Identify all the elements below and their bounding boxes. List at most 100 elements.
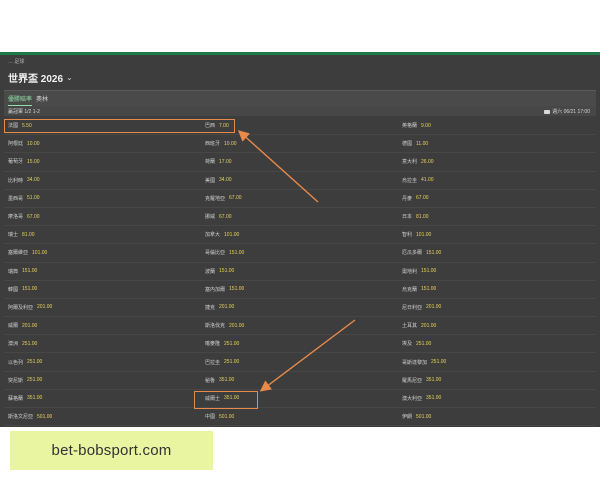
odds-value[interactable]: 151.00: [229, 250, 244, 256]
odds-cell[interactable]: 烏克蘭 151.00: [398, 281, 596, 298]
odds-value[interactable]: 101.00: [416, 232, 431, 238]
odds-cell[interactable]: 西班牙 10.00: [201, 135, 398, 152]
odds-value[interactable]: 151.00: [22, 286, 37, 292]
odds-value[interactable]: 201.00: [37, 304, 52, 310]
odds-value[interactable]: 67.00: [27, 214, 40, 220]
odds-value[interactable]: 15.00: [27, 159, 40, 165]
odds-cell[interactable]: 丹麥 67.00: [398, 190, 596, 207]
odds-value[interactable]: 351.00: [426, 377, 441, 383]
odds-cell[interactable]: 威爾 201.00: [4, 317, 201, 334]
odds-cell[interactable]: 葡萄牙 15.00: [4, 153, 201, 170]
odds-cell[interactable]: 烏拉圭 41.00: [398, 172, 596, 189]
odds-value[interactable]: 351.00: [219, 377, 234, 383]
odds-value[interactable]: 67.00: [416, 195, 429, 201]
odds-value[interactable]: 10.00: [224, 141, 237, 147]
odds-cell[interactable]: 巴西 7.00: [201, 117, 398, 134]
odds-cell[interactable]: 荷蘭 17.00: [201, 153, 398, 170]
odds-cell[interactable]: 塞內加爾 151.00: [201, 281, 398, 298]
odds-value[interactable]: 17.00: [219, 159, 232, 165]
odds-value[interactable]: 351.00: [27, 395, 42, 401]
odds-value[interactable]: 51.00: [27, 195, 40, 201]
odds-cell[interactable]: 哥斯達黎加 251.00: [398, 353, 596, 370]
odds-value[interactable]: 251.00: [416, 341, 431, 347]
odds-value[interactable]: 251.00: [431, 359, 446, 365]
odds-cell[interactable]: 波蘭 151.00: [201, 263, 398, 280]
odds-cell[interactable]: 挪威 67.00: [201, 208, 398, 225]
odds-cell[interactable]: 瑞典 151.00: [4, 263, 201, 280]
odds-cell[interactable]: 捷克 201.00: [201, 299, 398, 316]
odds-value[interactable]: 10.00: [27, 141, 40, 147]
odds-value[interactable]: 501.00: [416, 414, 431, 420]
odds-value[interactable]: 151.00: [421, 268, 436, 274]
odds-cell[interactable]: 智利 101.00: [398, 226, 596, 243]
odds-value[interactable]: 67.00: [229, 195, 242, 201]
odds-cell[interactable]: 比利時 34.00: [4, 172, 201, 189]
odds-value[interactable]: 101.00: [32, 250, 47, 256]
breadcrumb[interactable]: … 足球: [8, 58, 24, 65]
odds-cell[interactable]: 伊朗501.00: [398, 408, 596, 425]
odds-value[interactable]: 26.00: [421, 159, 434, 165]
odds-cell[interactable]: 巴拉圭 251.00: [201, 353, 398, 370]
odds-cell[interactable]: 冰島501.00: [398, 426, 596, 427]
site-banner[interactable]: bet-bobsport.com: [10, 431, 213, 470]
odds-cell[interactable]: 加拿大 101.00: [201, 226, 398, 243]
odds-value[interactable]: 101.00: [224, 232, 239, 238]
odds-cell[interactable]: 英格蘭 9.00: [398, 117, 596, 134]
odds-cell[interactable]: 意大利 26.00: [398, 153, 596, 170]
tab-outright[interactable]: 優勝賠率: [8, 94, 33, 106]
odds-value[interactable]: 351.00: [426, 395, 441, 401]
odds-cell[interactable]: 斯洛伐克 201.00: [201, 317, 398, 334]
odds-cell[interactable]: 美國 34.00: [201, 172, 398, 189]
odds-value[interactable]: 151.00: [426, 250, 441, 256]
odds-cell[interactable]: 中國 501.00: [201, 408, 398, 425]
odds-cell[interactable]: 以色列 251.00: [4, 353, 201, 370]
odds-cell[interactable]: 奧地利 151.00: [398, 263, 596, 280]
odds-cell[interactable]: 突尼斯 251.00: [4, 372, 201, 389]
odds-cell[interactable]: 塞爾維亞 101.00: [4, 244, 201, 261]
odds-cell[interactable]: 匈牙利501.00: [4, 426, 201, 427]
odds-cell[interactable]: 阿爾及利亞 201.00: [4, 299, 201, 316]
chevron-down-icon[interactable]: ⌄: [66, 73, 73, 82]
odds-value[interactable]: 251.00: [22, 341, 37, 347]
odds-value[interactable]: 351.00: [224, 395, 239, 401]
odds-cell[interactable]: 法國 5.50: [4, 117, 201, 134]
odds-value[interactable]: 251.00: [27, 359, 42, 365]
odds-value[interactable]: 81.00: [22, 232, 35, 238]
tab-secondary[interactable]: 奧林: [36, 94, 48, 103]
odds-cell[interactable]: 澳大利亞 351.00: [398, 390, 596, 407]
odds-cell[interactable]: 哥倫比亞 151.00: [201, 244, 398, 261]
odds-value[interactable]: 251.00: [27, 377, 42, 383]
odds-cell[interactable]: 墨西哥 51.00: [4, 190, 201, 207]
odds-cell[interactable]: 瑞士 81.00: [4, 226, 201, 243]
odds-value[interactable]: 7.00: [219, 123, 229, 129]
odds-cell[interactable]: 埃及 251.00: [398, 335, 596, 352]
odds-value[interactable]: 34.00: [219, 177, 232, 183]
odds-value[interactable]: 201.00: [22, 323, 37, 329]
odds-value[interactable]: 5.50: [22, 123, 32, 129]
odds-value[interactable]: 41.00: [421, 177, 434, 183]
odds-value[interactable]: 251.00: [224, 341, 239, 347]
odds-value[interactable]: 151.00: [229, 286, 244, 292]
odds-value[interactable]: 201.00: [229, 323, 244, 329]
odds-cell[interactable]: 厄瓜多爾 151.00: [398, 244, 596, 261]
odds-value[interactable]: 34.00: [27, 177, 40, 183]
odds-cell[interactable]: 克羅地亞 67.00: [201, 190, 398, 207]
odds-value[interactable]: 501.00: [219, 414, 234, 420]
odds-cell[interactable]: 摩洛哥 67.00: [4, 208, 201, 225]
odds-value[interactable]: 201.00: [426, 304, 441, 310]
odds-cell[interactable]: 阿根廷 10.00: [4, 135, 201, 152]
odds-value[interactable]: 67.00: [219, 214, 232, 220]
odds-cell[interactable]: 日本 81.00: [398, 208, 596, 225]
odds-cell[interactable]: 秘魯 351.00: [201, 372, 398, 389]
odds-value[interactable]: 251.00: [224, 359, 239, 365]
odds-value[interactable]: 151.00: [421, 286, 436, 292]
odds-cell[interactable]: 斯洛文尼亞 501.00: [4, 408, 201, 425]
odds-value[interactable]: 201.00: [421, 323, 436, 329]
odds-cell[interactable]: 澳洲 251.00: [4, 335, 201, 352]
odds-cell[interactable]: 尼日利亞 201.00: [398, 299, 596, 316]
odds-value[interactable]: 151.00: [219, 268, 234, 274]
odds-cell[interactable]: 伊朗501.00: [201, 426, 398, 427]
odds-cell[interactable]: 蘇格蘭 351.00: [4, 390, 201, 407]
title-row[interactable]: 世界盃 2026 ⌄: [8, 70, 73, 85]
odds-cell[interactable]: 德國 11.00: [398, 135, 596, 152]
